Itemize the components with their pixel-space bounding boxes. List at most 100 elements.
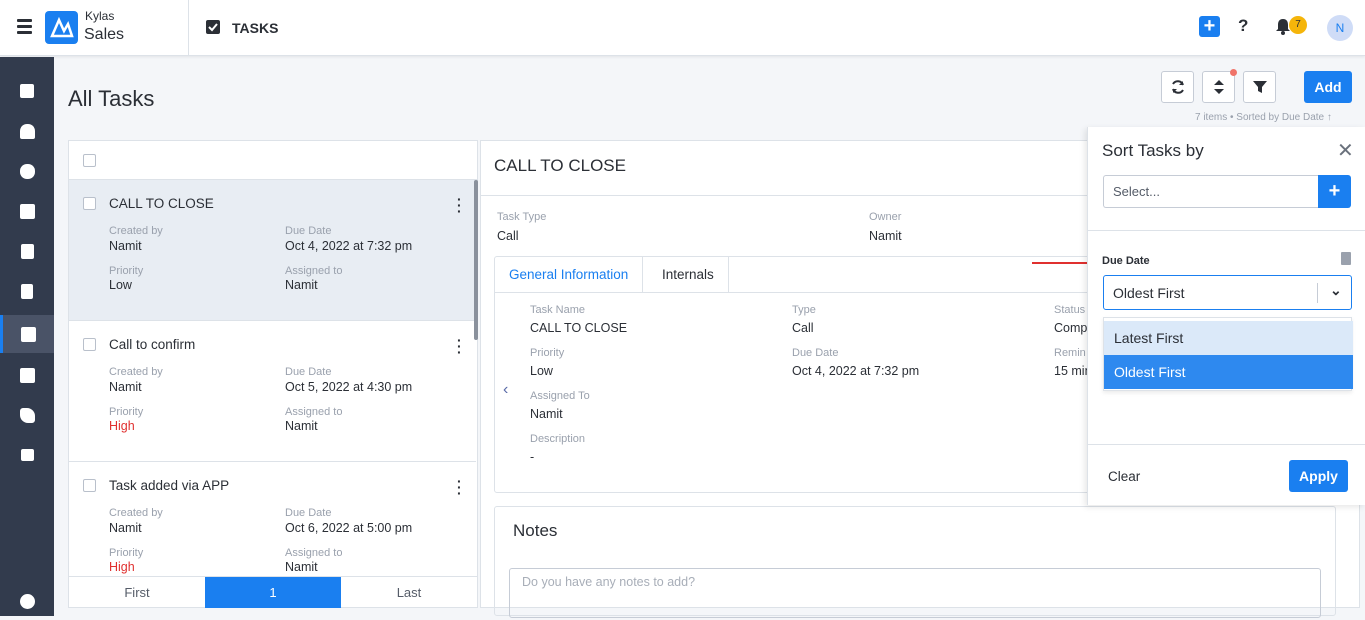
refresh-button[interactable]: [1161, 71, 1194, 103]
filter-button[interactable]: [1243, 71, 1276, 103]
annotation-arrow: [1032, 262, 1094, 264]
task-title[interactable]: CALL TO CLOSE: [109, 196, 214, 211]
due-date-value: Oct 4, 2022 at 7:32 pm: [792, 364, 920, 378]
reports-icon[interactable]: [0, 436, 54, 474]
status-value: Comp: [1054, 321, 1088, 335]
close-icon[interactable]: ✕: [1337, 138, 1354, 163]
user-avatar[interactable]: N: [1327, 15, 1353, 41]
field-label: Status: [1054, 304, 1086, 316]
divider: [1088, 444, 1365, 445]
chevron-down-icon[interactable]: ⌄: [1330, 282, 1342, 299]
task-name-value: CALL TO CLOSE: [530, 321, 628, 335]
list-item[interactable]: CALL TO CLOSE · · · Created by Namit Due D…: [69, 180, 476, 321]
module-title: TASKS: [232, 20, 279, 36]
owner-value: Namit: [869, 229, 902, 243]
created-by-value: Namit: [109, 521, 142, 535]
divider: [1088, 230, 1365, 231]
clipboard-icon[interactable]: [0, 272, 54, 310]
list-item[interactable]: Call to confirm · · · Created by Namit Due…: [69, 321, 476, 462]
help-icon[interactable]: ?: [1238, 16, 1248, 36]
row-checkbox[interactable]: [83, 338, 96, 351]
companies-icon[interactable]: [0, 232, 54, 270]
tab-internals[interactable]: Internals: [648, 257, 729, 292]
first-page-button[interactable]: First: [69, 577, 205, 608]
dashboard-icon[interactable]: [0, 72, 54, 110]
sort-panel: Sort Tasks by ✕ Select... + Due Date Old…: [1087, 127, 1365, 505]
field-label: Assigned to: [285, 406, 343, 418]
sort-panel-title: Sort Tasks by: [1102, 141, 1204, 160]
deals-icon[interactable]: [0, 152, 54, 190]
assigned-value: Namit: [285, 560, 318, 574]
more-options-icon[interactable]: · · ·: [457, 474, 462, 500]
sort-field-select[interactable]: Select...: [1103, 175, 1319, 208]
list-item[interactable]: Task added via APP · · · Created by Namit …: [69, 462, 476, 577]
field-label: Type: [792, 304, 816, 316]
more-options-icon[interactable]: · · ·: [457, 192, 462, 218]
assigned-value: Namit: [285, 278, 318, 292]
list-header: [69, 141, 477, 180]
detail-tabs: General Information Internals ‹ Task Nam…: [494, 256, 1095, 493]
refresh-icon: [1171, 80, 1184, 94]
priority-value: Low: [109, 278, 132, 292]
product-name: Sales: [84, 26, 125, 43]
field-label: Due Date: [285, 366, 332, 378]
divider: [188, 0, 189, 56]
apply-button[interactable]: Apply: [1289, 460, 1348, 492]
priority-value: High: [109, 560, 135, 574]
sort-field-label: Due Date: [1102, 255, 1150, 267]
sort-icon: [1213, 80, 1224, 94]
dropdown-value: Oldest First: [1113, 285, 1185, 301]
assigned-value: Namit: [285, 419, 318, 433]
sort-order-dropdown[interactable]: Oldest First ⌄: [1103, 275, 1352, 310]
leads-icon[interactable]: [0, 192, 54, 230]
notes-title: Notes: [513, 521, 558, 540]
tab-general-information[interactable]: General Information: [495, 257, 644, 292]
notification-badge: 7: [1289, 16, 1307, 34]
add-sort-button[interactable]: +: [1318, 175, 1351, 208]
field-label: Created by: [109, 225, 163, 237]
field-label: Due Date: [792, 347, 839, 359]
calendar-icon[interactable]: [0, 356, 54, 394]
row-checkbox[interactable]: [83, 479, 96, 492]
row-checkbox[interactable]: [83, 197, 96, 210]
field-label: Assigned To: [530, 390, 590, 402]
kylas-logo[interactable]: [45, 11, 78, 44]
trash-icon[interactable]: [1341, 252, 1351, 265]
quick-add-button[interactable]: +: [1199, 16, 1220, 37]
tasks-icon[interactable]: [0, 315, 54, 353]
last-page-button[interactable]: Last: [341, 577, 477, 608]
created-by-value: Namit: [109, 380, 142, 394]
due-date-value: Oct 4, 2022 at 7:32 pm: [285, 239, 413, 253]
field-label: Owner: [869, 211, 902, 223]
field-label: Due Date: [285, 507, 332, 519]
field-label: Assigned to: [285, 265, 343, 277]
option-oldest-first[interactable]: Oldest First: [1104, 355, 1353, 389]
clear-button[interactable]: Clear: [1108, 469, 1140, 484]
assigned-value: Namit: [530, 407, 563, 421]
notes-section: Notes Do you have any notes to add?: [494, 506, 1336, 618]
chevron-left-icon[interactable]: ‹: [503, 381, 508, 399]
field-label: Assigned to: [285, 547, 343, 559]
phone-icon[interactable]: [0, 396, 54, 434]
field-label: Description: [530, 433, 586, 445]
settings-icon[interactable]: [0, 582, 54, 620]
select-all-checkbox[interactable]: [83, 154, 96, 167]
sidebar: [0, 57, 54, 616]
option-latest-first[interactable]: Latest First: [1104, 321, 1353, 355]
page-title: All Tasks: [68, 86, 155, 111]
sort-button[interactable]: [1202, 71, 1235, 103]
dropdown-menu: Latest First Oldest First: [1103, 317, 1353, 391]
more-options-icon[interactable]: · · ·: [457, 333, 462, 359]
created-by-value: Namit: [109, 239, 142, 253]
notes-input[interactable]: Do you have any notes to add?: [509, 568, 1321, 618]
current-page-button[interactable]: 1: [205, 577, 341, 608]
list-scrollbar[interactable]: [474, 180, 478, 340]
task-title[interactable]: Call to confirm: [109, 337, 195, 352]
detail-title: CALL TO CLOSE: [494, 156, 626, 175]
field-label: Priority: [109, 265, 144, 277]
add-task-button[interactable]: Add: [1304, 71, 1352, 103]
priority-value: Low: [530, 364, 553, 378]
contacts-icon[interactable]: [0, 112, 54, 150]
menu-icon[interactable]: [17, 19, 32, 34]
task-title[interactable]: Task added via APP: [109, 478, 229, 493]
